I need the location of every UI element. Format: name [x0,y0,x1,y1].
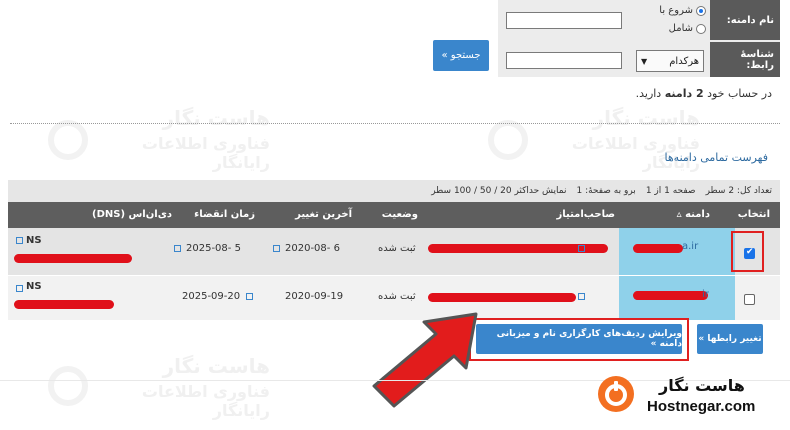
table-row: a.ir ثبت شده 2020-08- 6 2025-08- 5 NS [8,228,780,275]
domain-name-label: نام دامنه: [710,0,780,40]
watermark-brand: هاست نگار [592,106,700,130]
col-domain[interactable]: دامنه ▵ [677,209,710,220]
contact-id-input[interactable] [506,52,622,69]
logo-text-fa: هاست نگار [659,376,745,395]
col-last-change[interactable]: آخرین تغییر [295,209,352,220]
col-select: انتخاب [737,209,770,220]
domain-link[interactable]: a.ir [682,241,698,252]
watermark-logo-icon [48,366,88,406]
external-link-icon[interactable] [246,293,253,300]
radio-contains-label: شامل [668,23,693,34]
col-holder[interactable]: صاحب‌امتیاز [556,209,615,220]
redacted-dns [14,300,114,309]
radio-starts-with-label: شروع با [659,5,693,16]
watermark-tagline: فناوری اطلاعات رایانگار [141,134,270,172]
last-change-date: 2020-08- 6 [285,243,340,254]
external-link-icon[interactable] [174,245,181,252]
last-change-date: 2020-09-19 [285,291,344,302]
redacted-domain [633,291,708,300]
redacted-domain [633,244,683,253]
watermark-logo-icon [488,120,528,160]
account-summary-suffix: دارید. [635,87,662,100]
contact-type-value: هرکدام [669,55,699,67]
pager-go-to[interactable]: برو به صفحهٔ: 1 [576,186,635,196]
arrow-annotation-icon [372,312,478,408]
contact-type-select[interactable]: هرکدام ▼ [636,50,704,72]
external-link-icon[interactable] [16,285,23,292]
highlight-frame [731,231,764,272]
redacted-dns [14,254,132,263]
radio-starts-with-option[interactable]: شروع با [659,5,706,16]
radio-starts-with[interactable] [696,5,706,16]
highlight-frame [469,318,689,361]
pager-page: صفحه 1 از 1 [645,186,696,196]
account-summary: در حساب خود 2 دامنه دارید. [636,87,772,100]
redacted-holder [428,293,576,302]
watermark-top: هاست نگار فناوری اطلاعات رایانگار [100,106,270,172]
watermark-logo-icon [48,120,88,160]
col-status[interactable]: وضعیت [382,209,418,220]
dns-ns-label: NS [26,281,42,292]
row-select-checkbox[interactable] [744,294,755,305]
table-pager: تعداد کل: 2 سطر صفحه 1 از 1 برو به صفحهٔ… [8,180,780,202]
status-text: ثبت شده [378,291,416,302]
external-link-icon[interactable] [16,237,23,244]
divider [10,123,780,124]
pager-total: تعداد کل: 2 سطر [705,186,772,196]
radio-contains[interactable] [696,23,706,34]
list-title-link[interactable]: فهرست تمامی دامنه‌ها [665,151,768,164]
external-link-icon[interactable] [578,293,585,300]
col-expiry[interactable]: زمان انقضاء [194,209,255,220]
account-summary-prefix: در حساب خود [707,87,772,100]
watermark-tagline: فناوری اطلاعات رایانگار [141,382,270,420]
expiry-date: 2025-08- 5 [186,243,241,254]
change-contacts-button[interactable]: تغییر رابطها » [697,324,763,354]
watermark-brand: هاست نگار [162,354,270,378]
logo-text-en: Hostnegar.com [647,398,756,415]
external-link-icon[interactable] [273,245,280,252]
account-domain-count: 2 دامنه [664,87,704,100]
radio-contains-option[interactable]: شامل [669,23,706,34]
domain-link[interactable]: ir [702,289,709,300]
status-text: ثبت شده [378,243,416,254]
search-button[interactable]: جستجو » [433,40,489,71]
hostnegar-logo-icon [598,376,634,412]
col-dns: دی‌ان‌اس (DNS) [92,209,172,220]
contact-id-label: شناسهٔ رابط: [710,42,780,77]
external-link-icon[interactable] [578,245,585,252]
pager-show-max[interactable]: نمایش حداکثر 20 / 50 / 100 سطر [431,186,566,196]
chevron-down-icon: ▼ [641,56,648,66]
domain-name-input[interactable] [506,12,622,29]
watermark-bottom: هاست نگار فناوری اطلاعات رایانگار [100,354,270,420]
dns-ns-label: NS [26,235,42,246]
search-panel: نام دامنه: شناسهٔ رابط: شروع با شامل هرک… [498,0,780,77]
watermark-brand: هاست نگار [162,106,270,130]
expiry-date: 2025-09-20 [182,291,241,302]
table-header: انتخاب دامنه ▵ صاحب‌امتیاز وضعیت آخرین ت… [8,202,780,228]
